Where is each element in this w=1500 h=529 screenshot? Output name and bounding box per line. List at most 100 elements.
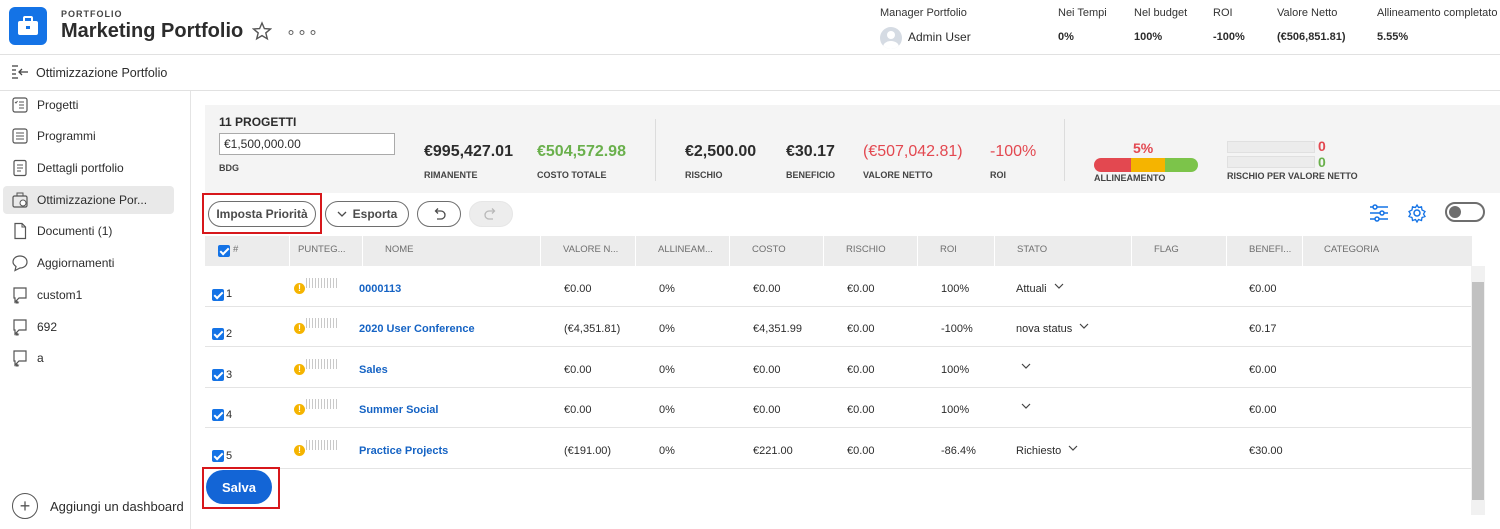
cell-roi: -100% [941, 323, 973, 335]
column-header-flag[interactable]: FLAG [1132, 236, 1227, 266]
cell-benefit: €30.00 [1249, 445, 1283, 457]
table-row[interactable]: 2 ! 2020 User Conference (€4,351.81) 0% … [205, 307, 1473, 347]
redo-button[interactable] [469, 201, 513, 227]
table-row[interactable]: 1 ! 0000113 €0.00 0% €0.00 €0.00 100% At… [205, 267, 1473, 307]
cell-net-value: (€4,351.81) [564, 323, 621, 335]
cell-benefit: €0.00 [1249, 364, 1277, 376]
benefit-label: BENEFICIO [786, 170, 836, 180]
column-header-benefit[interactable]: BENEFI... [1227, 236, 1303, 266]
row-checkbox[interactable] [212, 328, 224, 340]
risk-label: RISCHIO [685, 170, 723, 180]
row-number: 3 [226, 369, 233, 381]
column-header-name[interactable]: NOME [363, 236, 541, 266]
gear-icon[interactable] [1406, 203, 1428, 223]
project-name-link[interactable]: Sales [359, 364, 388, 376]
column-header-number[interactable]: # [205, 236, 290, 266]
custom-icon [13, 319, 27, 336]
row-checkbox[interactable] [212, 409, 224, 421]
sidebar-item-programs[interactable]: Programmi [3, 122, 174, 150]
add-dashboard-label: Aggiungi un dashboard [50, 498, 184, 514]
column-header-category[interactable]: CATEGORIA [1303, 236, 1473, 266]
cell-cost: €4,351.99 [753, 323, 802, 335]
sidebar-item-label: Dettagli portfolio [37, 161, 124, 175]
score-bar [306, 399, 337, 409]
chevron-down-icon [1079, 323, 1089, 329]
row-checkbox[interactable] [212, 450, 224, 462]
star-icon[interactable] [252, 21, 272, 41]
undo-button[interactable] [417, 201, 461, 227]
export-button[interactable]: Esporta [325, 201, 409, 227]
score-bar [306, 278, 337, 288]
sidebar-item-projects[interactable]: Progetti [3, 91, 174, 119]
sidebar-item-label: Ottimizzazione Por... [37, 193, 148, 207]
stat-label-net-value: Valore Netto [1277, 7, 1338, 19]
alignment-bar [1094, 158, 1198, 172]
alignment-percent: 5% [1133, 140, 1154, 156]
status-dropdown[interactable]: Richiesto [1016, 445, 1078, 457]
column-header-alignment[interactable]: ALLINEAM... [636, 236, 730, 266]
row-checkbox[interactable] [212, 369, 224, 381]
filter-settings-icon[interactable] [1368, 203, 1390, 223]
scrollbar-thumb[interactable] [1472, 282, 1484, 500]
project-name-link[interactable]: 2020 User Conference [359, 323, 475, 335]
custom-icon [13, 287, 27, 304]
view-toggle[interactable] [1445, 202, 1485, 222]
stat-value-on-time: 0% [1058, 31, 1074, 43]
add-dashboard-button[interactable]: + Aggiungi un dashboard [12, 493, 184, 519]
column-header-roi[interactable]: ROI [918, 236, 995, 266]
status-dropdown[interactable] [1016, 400, 1031, 412]
net-value-label: VALORE NETTO [863, 170, 933, 180]
column-header-status[interactable]: STATO [995, 236, 1132, 266]
project-name-link[interactable]: Summer Social [359, 404, 438, 416]
header-kicker: PORTFOLIO [61, 9, 123, 19]
sidebar-item-label: Programmi [37, 129, 96, 143]
roi-value: -100% [990, 143, 1037, 160]
remaining-label: RIMANENTE [424, 170, 478, 180]
cell-roi: 100% [941, 283, 970, 295]
stat-value-net-value: (€506,851.81) [1277, 31, 1346, 43]
briefcase-icon[interactable] [9, 7, 47, 45]
column-header-risk[interactable]: RISCHIO [824, 236, 918, 266]
column-header-score[interactable]: PUNTEG... [290, 236, 363, 266]
plus-icon: + [12, 493, 38, 519]
cell-net-value: €0.00 [564, 364, 592, 376]
project-name-link[interactable]: Practice Projects [359, 445, 448, 457]
row-checkbox[interactable] [212, 289, 224, 301]
more-options-icon[interactable]: ∘∘∘ [286, 22, 319, 42]
projects-icon [12, 97, 28, 113]
table-row[interactable]: 4 ! Summer Social €0.00 0% €0.00 €0.00 1… [205, 388, 1473, 428]
sidebar-item-a[interactable]: a [3, 344, 174, 372]
roi-label: ROI [990, 170, 1007, 180]
sub-header: Ottimizzazione Portfolio [0, 55, 1500, 91]
table-row[interactable]: 3 ! Sales €0.00 0% €0.00 €0.00 100% €0.0… [205, 348, 1473, 388]
sidebar-item-label: custom1 [37, 288, 83, 302]
status-value: Attuali [1016, 283, 1047, 295]
budget-input[interactable]: €1,500,000.00 [219, 133, 395, 155]
sidebar-item-optimizer[interactable]: Ottimizzazione Por... [3, 186, 174, 214]
sidebar-item-692[interactable]: 692 [3, 313, 174, 341]
sidebar-item-documents[interactable]: Documenti (1) [3, 217, 174, 245]
manager-name[interactable]: Admin User [908, 30, 971, 44]
row-number: 2 [226, 328, 233, 340]
status-value: nova status [1016, 323, 1073, 335]
column-header-cost[interactable]: COSTO [730, 236, 824, 266]
column-header-net-value[interactable]: VALORE N... [541, 236, 636, 266]
custom-icon [13, 350, 27, 367]
table-row[interactable]: 5 ! Practice Projects (€191.00) 0% €221.… [205, 429, 1473, 469]
cell-net-value: €0.00 [564, 404, 592, 416]
sidebar-item-custom1[interactable]: custom1 [3, 281, 174, 309]
collapse-back-icon[interactable] [11, 64, 29, 80]
status-dropdown[interactable]: Attuali [1016, 283, 1064, 295]
sidebar-item-details[interactable]: Dettagli portfolio [3, 154, 174, 182]
avatar[interactable] [880, 27, 902, 49]
status-dropdown[interactable] [1016, 360, 1031, 372]
select-all-checkbox[interactable] [218, 245, 230, 257]
sidebar-item-updates[interactable]: Aggiornamenti [3, 249, 174, 277]
status-dropdown[interactable]: nova status [1016, 323, 1089, 335]
chevron-down-icon [1068, 445, 1078, 451]
summary-panel: 11 PROGETTI €1,500,000.00 BDG €995,427.0… [205, 105, 1500, 193]
project-name-link[interactable]: 0000113 [359, 283, 401, 295]
cell-benefit: €0.00 [1249, 283, 1277, 295]
net-value-value: (€507,042.81) [863, 143, 963, 160]
chevron-down-icon [1021, 363, 1031, 369]
